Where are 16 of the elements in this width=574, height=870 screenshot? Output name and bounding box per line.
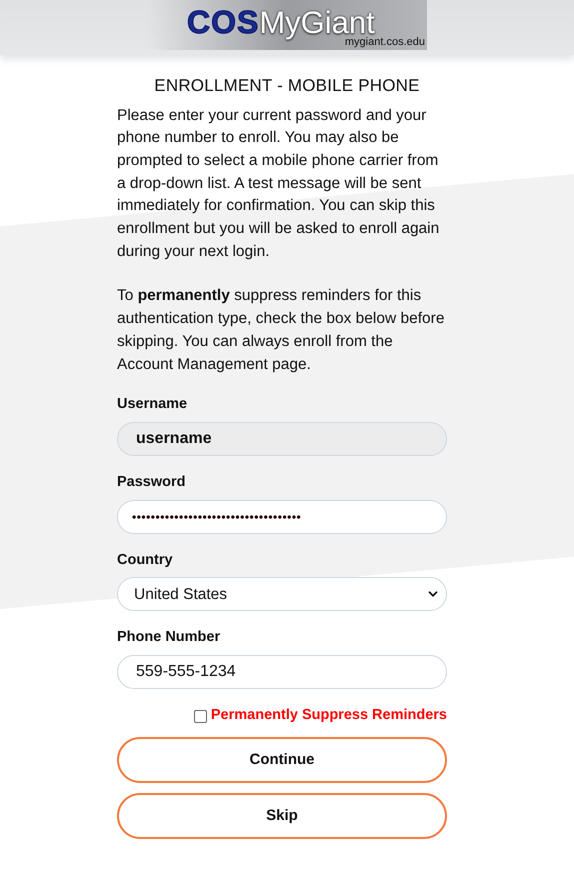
logo: COSMyGiant mygiant.cos.edu bbox=[147, 0, 427, 50]
continue-button[interactable]: Continue bbox=[117, 736, 447, 783]
country-dropdown[interactable]: United States bbox=[117, 577, 447, 612]
page-title: ENROLLMENT - MOBILE PHONE bbox=[153, 75, 421, 97]
instructions-text: Please enter your current password and your phone number to enroll. You may also be prompted to select a mobile phone carrier from a drop-down list. A test message will be sent immediately for confirmation. You can skip this enrollment but you will be asked to enroll again during your next login. bbox=[117, 106, 440, 262]
skip-button[interactable]: Skip bbox=[117, 792, 447, 839]
field-label: Password bbox=[117, 472, 186, 492]
password-field[interactable]: •••••••••••••••••••••••••••••••••••• bbox=[117, 500, 447, 534]
phone-field[interactable]: 559-555-1234 bbox=[117, 655, 447, 690]
suppress-checkbox[interactable] bbox=[194, 710, 207, 723]
username-field[interactable]: username bbox=[117, 422, 447, 456]
field-label: Username bbox=[117, 395, 188, 414]
field-label: Phone Number bbox=[117, 628, 222, 648]
suppress-label: Permanently Suppress Reminders bbox=[210, 706, 447, 726]
instructions-text: To permanently suppress reminders for this authentication type, check the box below before skipping. You can always enroll from the Account Management page. bbox=[117, 286, 446, 375]
field-label: Country bbox=[117, 550, 174, 570]
